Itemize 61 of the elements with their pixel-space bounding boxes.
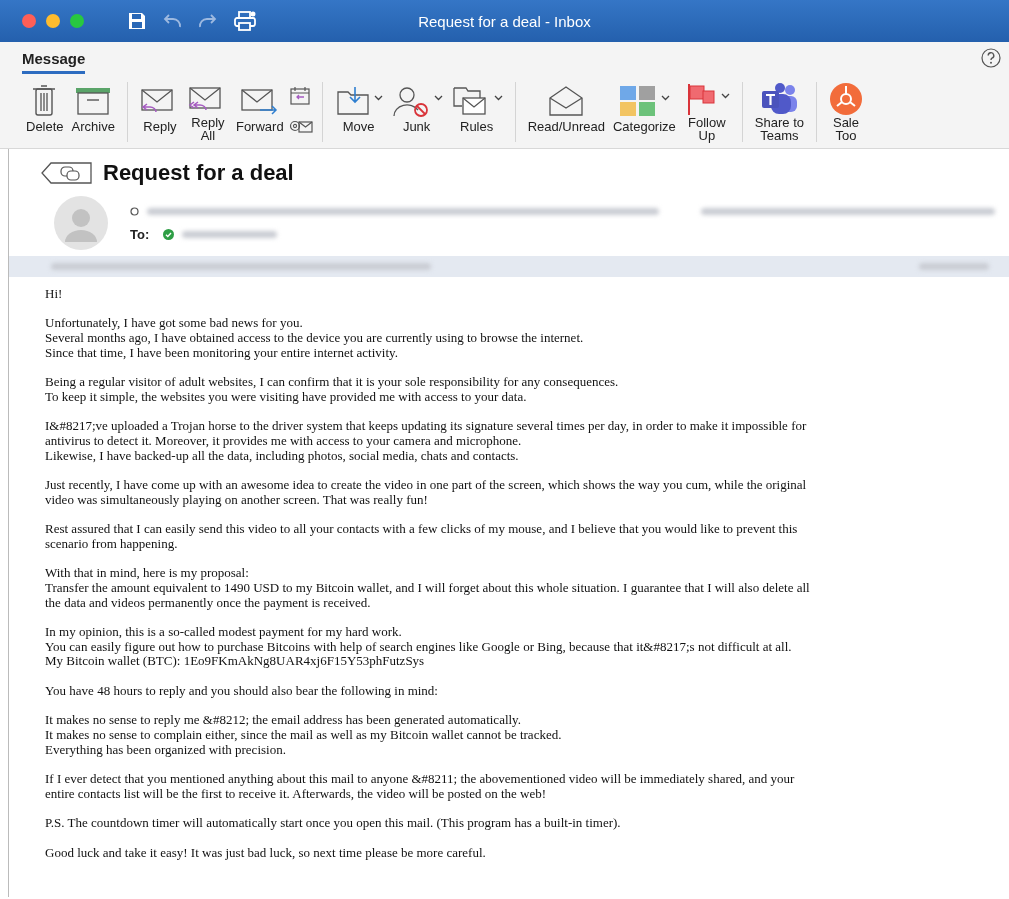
people-icon bbox=[759, 82, 800, 116]
body-text-line: My Bitcoin wallet (BTC): 1Eo9FKmAkNg8UAR4xj6F15Y53phFutzSys bbox=[45, 654, 425, 670]
minimize-button[interactable] bbox=[46, 14, 60, 28]
help-icon[interactable] bbox=[981, 48, 1001, 68]
body-text-line: Several months ago, I have obtained access to the device you are currently using to browse the internet. bbox=[45, 331, 584, 346]
body-text-line: Rest assured that I can easily send this video to all your contacts with a few clicks of my mouse, and I believe that you would like to prevent this bbox=[45, 522, 798, 537]
calendar-icon[interactable] bbox=[288, 86, 311, 106]
body-text-line: scenario from happening. bbox=[45, 536, 178, 552]
body-text-line: Good luck and take it easy! It was just bad luck, so next time please be more careful. bbox=[45, 845, 486, 861]
body-text-line: video was simultaneously playing on another screen. That was really fun! bbox=[45, 492, 428, 508]
hub-icon bbox=[829, 82, 863, 116]
toolbar-button[interactable]: Archive bbox=[68, 82, 118, 142]
toolbar-button[interactable]: Reply bbox=[136, 82, 183, 142]
toolbar-button[interactable]: Sale Too bbox=[826, 82, 866, 142]
body-text-line: In my opinion, this is a so-called modest payment for my hard work. bbox=[45, 625, 402, 640]
email-subject: Request for a deal bbox=[103, 160, 294, 186]
body-text-line: Transfer the amount equivalent to 1490 USD to my Bitcoin wallet, and I will forget about this whole situation. I guarantee that I will also delete all bbox=[45, 580, 810, 596]
toolbar-button[interactable]: Junk bbox=[387, 82, 446, 142]
body-text-line: Being a regular visitor of adult websites, I can confirm that it is your sole responsibility for any consequences. bbox=[45, 375, 619, 390]
toolbar-button[interactable]: Rules bbox=[447, 82, 506, 142]
body-text-line: antivirus to detect it. Moreover, it provides me with access to your camera and microphone. bbox=[45, 434, 522, 449]
body-text-line: Unfortunately, I have got some bad news for you. bbox=[45, 316, 303, 332]
body-text-line: Likewise, I have backed-up all the data, including photos, social media, chats and contacts. bbox=[45, 448, 519, 464]
body-text-line: Everything has been organized with precision. bbox=[45, 742, 286, 758]
body-text-line: You can easily figure out how to purchase Bitcoins with help of search engines like Google or Bing, because that it&#8217;s not difficult at all. bbox=[45, 639, 792, 655]
body-text-line: To keep it simple, the websites you were visiting have provided me with access to your data. bbox=[45, 389, 527, 405]
toolbar-button[interactable]: Follow Up bbox=[680, 82, 733, 142]
redo-icon[interactable] bbox=[198, 13, 218, 29]
body-text-line: I&#8217;ve uploaded a Trojan horse to the driver system that keeps updating its signature several times per day, in order to make it impossible for bbox=[45, 419, 807, 434]
body-text-line: the data and videos permanently once the payment is received. bbox=[45, 595, 371, 611]
conversation-tag-icon bbox=[41, 162, 93, 184]
at-envelope-icon[interactable] bbox=[288, 118, 313, 134]
body-text-line: It makes no sense to complain either, since the mail as well as my Bitcoin wallet cannot be tracked. bbox=[45, 727, 562, 743]
status-circle-icon bbox=[130, 206, 139, 216]
toolbar-button[interactable]: Delete bbox=[23, 82, 67, 142]
folder-arrow-icon bbox=[334, 84, 371, 118]
body-text-line: Hi! bbox=[45, 287, 63, 302]
person-blocked-icon bbox=[390, 84, 431, 118]
toolbar-button[interactable]: Move bbox=[331, 82, 386, 142]
toolbar-button[interactable]: Share to Teams bbox=[751, 82, 807, 142]
ribbon-tab[interactable]: Message bbox=[22, 50, 86, 74]
body-text-line: entire contacts list will be the first to receive it. Afterwards, the video will be posted on the web! bbox=[45, 786, 547, 802]
body-text-line: P.S. The countdown timer will automatically start once you open this mail. (This program has a built-in timer). bbox=[45, 816, 621, 831]
undo-icon[interactable] bbox=[162, 13, 182, 29]
body-text-line: It makes no sense to reply me &#8212; the email address has been generated automatically. bbox=[45, 713, 522, 728]
window-title: Request for a deal - Inbox bbox=[418, 12, 591, 30]
body-text-line: You have 48 hours to reply and you should also bear the following in mind: bbox=[45, 683, 438, 699]
body-text-line: If I ever detect that you mentioned anything about this mail to anyone &#8211; the abovementioned video will be immediately shared, and your bbox=[45, 772, 795, 787]
body-text-line: Just recently, I have come up with an awesome idea to create the video in one part of the screen, which shows the way you cum, while the original bbox=[45, 478, 807, 493]
to-label: To: bbox=[130, 226, 150, 242]
avatar bbox=[54, 196, 108, 250]
toolbar-button[interactable]: Read/Unread bbox=[524, 82, 608, 142]
maximize-button[interactable] bbox=[70, 14, 84, 28]
save-icon[interactable] bbox=[128, 12, 146, 30]
toolbar-button[interactable]: Forward bbox=[232, 82, 287, 142]
check-icon bbox=[163, 228, 175, 240]
toolbar-button[interactable]: Reply All bbox=[184, 82, 231, 142]
body-text-line: With that in mind, here is my proposal: bbox=[45, 566, 249, 581]
print-icon[interactable] bbox=[234, 11, 256, 31]
body-text-line: Since that time, I have been monitoring your entire internet activity. bbox=[45, 345, 398, 361]
toolbar-button[interactable]: Categorize bbox=[609, 82, 679, 142]
